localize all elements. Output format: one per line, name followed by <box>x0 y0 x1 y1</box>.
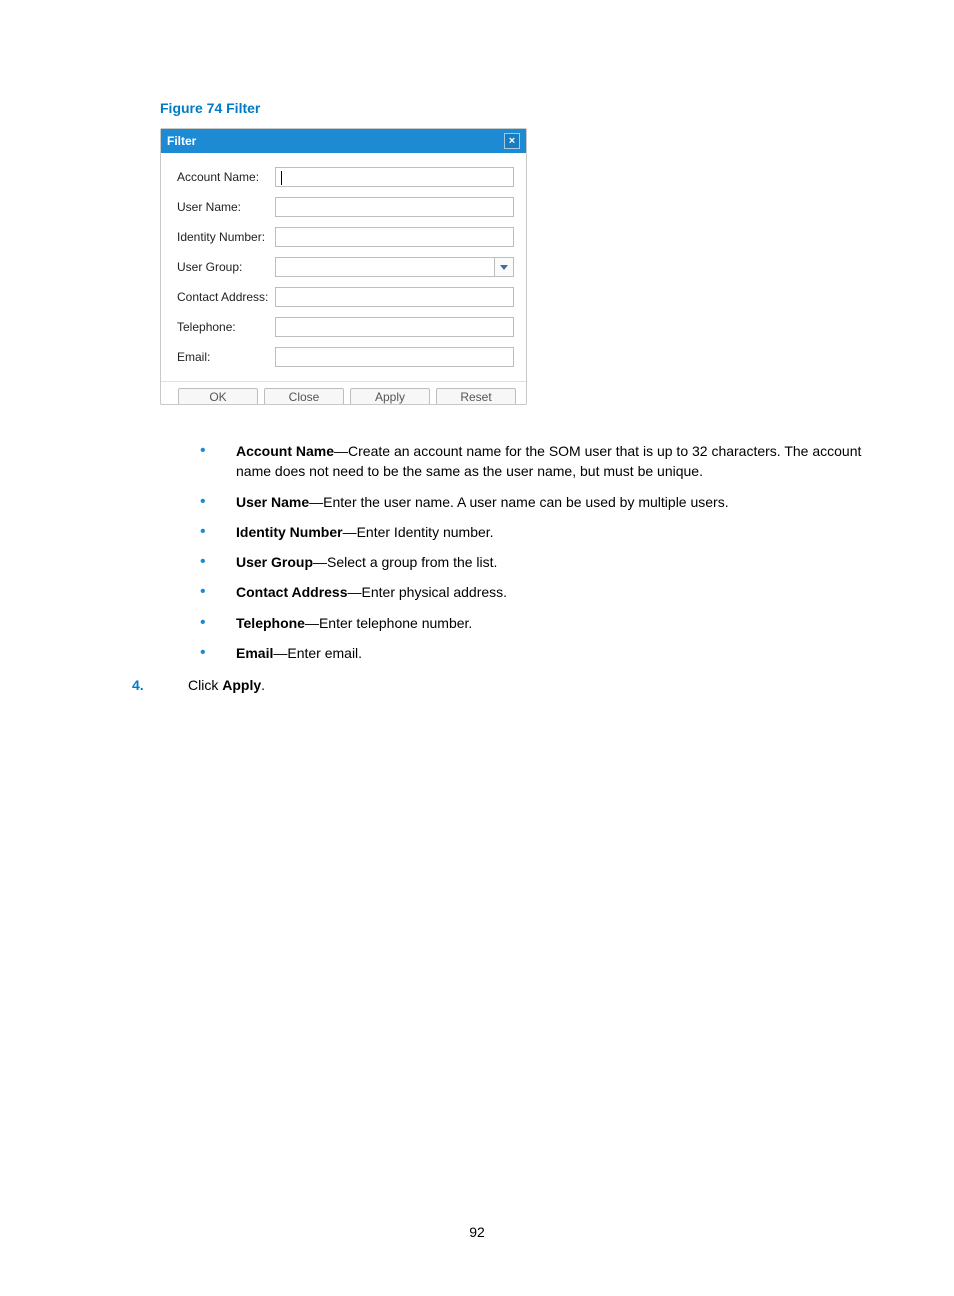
reset-button[interactable]: Reset <box>436 388 516 404</box>
user-group-select[interactable] <box>275 257 514 277</box>
label-contact-address: Contact Address: <box>177 287 275 304</box>
list-item: Identity Number—Enter Identity number. <box>236 522 864 542</box>
telephone-input[interactable] <box>275 317 514 337</box>
ok-button[interactable]: OK <box>178 388 258 404</box>
close-button[interactable]: Close <box>264 388 344 404</box>
label-account-name: Account Name: <box>177 167 275 184</box>
label-identity-number: Identity Number: <box>177 227 275 244</box>
contact-address-input[interactable] <box>275 287 514 307</box>
identity-number-input[interactable] <box>275 227 514 247</box>
email-input[interactable] <box>275 347 514 367</box>
field-description-list: Account Name—Create an account name for … <box>160 441 864 663</box>
list-item: Contact Address—Enter physical address. <box>236 582 864 602</box>
step-number: 4. <box>132 677 188 693</box>
step-text: Click Apply. <box>188 677 265 693</box>
label-user-group: User Group: <box>177 257 275 274</box>
close-icon[interactable]: × <box>504 133 520 149</box>
chevron-down-icon[interactable] <box>494 257 514 277</box>
label-telephone: Telephone: <box>177 317 275 334</box>
page-number: 92 <box>0 1224 954 1240</box>
account-name-input[interactable] <box>275 167 514 187</box>
list-item: Telephone—Enter telephone number. <box>236 613 864 633</box>
filter-form: Account Name: User Name: Identity Number… <box>161 153 526 381</box>
user-name-input[interactable] <box>275 197 514 217</box>
filter-dialog: Filter × Account Name: User Name: Identi… <box>160 128 527 405</box>
dialog-button-bar: OK Close Apply Reset <box>161 381 526 404</box>
list-item: User Name—Enter the user name. A user na… <box>236 492 864 512</box>
list-item: Account Name—Create an account name for … <box>236 441 864 482</box>
figure-caption: Figure 74 Filter <box>160 100 864 116</box>
list-item: Email—Enter email. <box>236 643 864 663</box>
apply-button[interactable]: Apply <box>350 388 430 404</box>
label-user-name: User Name: <box>177 197 275 214</box>
step-4: 4. Click Apply. <box>132 677 864 693</box>
list-item: User Group—Select a group from the list. <box>236 552 864 572</box>
dialog-titlebar: Filter × <box>161 129 526 153</box>
dialog-title-text: Filter <box>167 134 196 148</box>
label-email: Email: <box>177 347 275 364</box>
